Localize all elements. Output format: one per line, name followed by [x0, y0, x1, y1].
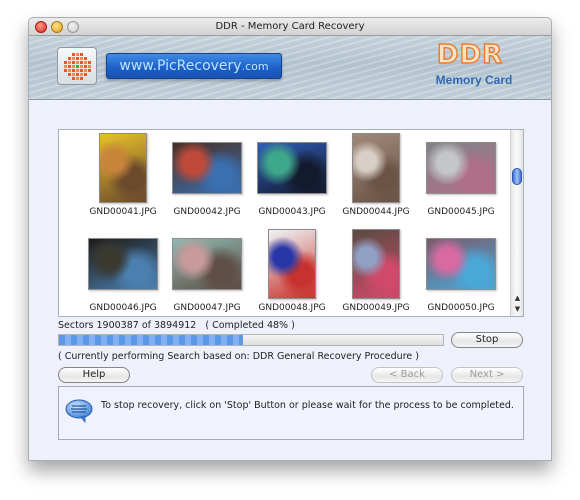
file-name-label: GND00044.JPG — [342, 207, 410, 217]
app-window: DDR - Memory Card Recovery www.PicRecove… — [28, 17, 552, 461]
file-thumbnail-item[interactable]: GND00042.JPG — [165, 132, 249, 224]
sectors-progress-text: Sectors 1900387 of 3894912 ( Completed 4… — [58, 320, 295, 331]
file-thumbnail-item[interactable]: GND00050.JPG — [419, 228, 503, 320]
vertical-scrollbar[interactable]: ▲ ▼ — [510, 130, 523, 316]
info-message-box: To stop recovery, click on 'Stop' Button… — [58, 386, 524, 440]
stop-button[interactable]: Stop — [451, 332, 523, 348]
photo-thumbnail[interactable] — [268, 229, 316, 299]
close-window-button[interactable] — [35, 21, 47, 33]
photo-thumbnail[interactable] — [99, 133, 147, 203]
file-name-label: GND00049.JPG — [342, 303, 410, 313]
thumbnail-frame — [250, 132, 334, 204]
file-name-label: GND00043.JPG — [258, 207, 326, 217]
thumbnail-frame — [81, 132, 165, 204]
file-name-label: GND00050.JPG — [427, 303, 495, 313]
back-button[interactable]: < Back — [371, 367, 443, 383]
thumbnail-frame — [165, 132, 249, 204]
thumbnail-frame — [334, 228, 418, 300]
file-thumbnail-item[interactable]: GND00049.JPG — [334, 228, 418, 320]
thumbnail-frame — [419, 132, 503, 204]
file-thumbnail-item[interactable]: GND00046.JPG — [81, 228, 165, 320]
file-name-label: GND00042.JPG — [173, 207, 241, 217]
file-thumbnail-item[interactable]: GND00045.JPG — [419, 132, 503, 224]
website-link[interactable]: www.PicRecovery.com — [106, 53, 282, 79]
photo-thumbnail[interactable] — [257, 142, 327, 194]
app-logo — [57, 47, 97, 85]
file-thumbnail-item[interactable]: GND00047.JPG — [165, 228, 249, 320]
file-thumbnail-item[interactable]: GND00048.JPG — [250, 228, 334, 320]
website-link-suffix: .com — [241, 60, 269, 73]
file-thumbnail-item[interactable]: GND00043.JPG — [250, 132, 334, 224]
title-bar[interactable]: DDR - Memory Card Recovery — [29, 18, 551, 36]
progress-fill — [59, 335, 244, 345]
file-name-label: GND00048.JPG — [258, 303, 326, 313]
procedure-status-text: ( Currently performing Search based on: … — [58, 351, 419, 362]
speech-bubble-icon — [65, 399, 93, 423]
file-name-label: GND00046.JPG — [89, 303, 157, 313]
photo-thumbnail[interactable] — [172, 142, 242, 194]
thumbnail-frame — [250, 228, 334, 300]
recovery-progress-bar — [58, 334, 444, 346]
scroll-down-arrow[interactable]: ▼ — [511, 304, 524, 315]
photo-thumbnail[interactable] — [426, 142, 496, 194]
file-thumbnail-item[interactable]: GND00041.JPG — [81, 132, 165, 224]
brand-name: DDR — [436, 39, 504, 70]
zoom-window-button[interactable] — [67, 21, 79, 33]
header-banner: www.PicRecovery.com DDR Memory Card — [29, 36, 551, 100]
minimize-window-button[interactable] — [51, 21, 63, 33]
photo-thumbnail[interactable] — [172, 238, 242, 290]
scrollbar-thumb[interactable] — [512, 168, 522, 185]
recovered-files-gallery: GND00041.JPG GND00042.JPG GND00043.JPG GND0… — [58, 129, 524, 317]
info-message: To stop recovery, click on 'Stop' Button… — [101, 400, 514, 411]
file-name-label: GND00045.JPG — [427, 207, 495, 217]
photo-thumbnail[interactable] — [352, 229, 400, 299]
help-button[interactable]: Help — [58, 367, 130, 383]
website-link-text: www.PicRecovery — [119, 58, 242, 74]
thumbnail-grid: GND00041.JPG GND00042.JPG GND00043.JPG GND0… — [59, 130, 511, 316]
window-title: DDR - Memory Card Recovery — [215, 21, 365, 32]
scroll-up-arrow[interactable]: ▲ — [511, 293, 524, 304]
next-button[interactable]: Next > — [451, 367, 523, 383]
photo-thumbnail[interactable] — [352, 133, 400, 203]
brand-subtitle: Memory Card — [435, 73, 513, 87]
photo-thumbnail[interactable] — [88, 238, 158, 290]
pixel-grid-logo-icon — [64, 53, 91, 80]
file-name-label: GND00047.JPG — [173, 303, 241, 313]
file-thumbnail-item[interactable]: GND00044.JPG — [334, 132, 418, 224]
photo-thumbnail[interactable] — [426, 238, 496, 290]
thumbnail-frame — [81, 228, 165, 300]
thumbnail-frame — [419, 228, 503, 300]
thumbnail-frame — [334, 132, 418, 204]
file-name-label: GND00041.JPG — [89, 207, 157, 217]
thumbnail-frame — [165, 228, 249, 300]
